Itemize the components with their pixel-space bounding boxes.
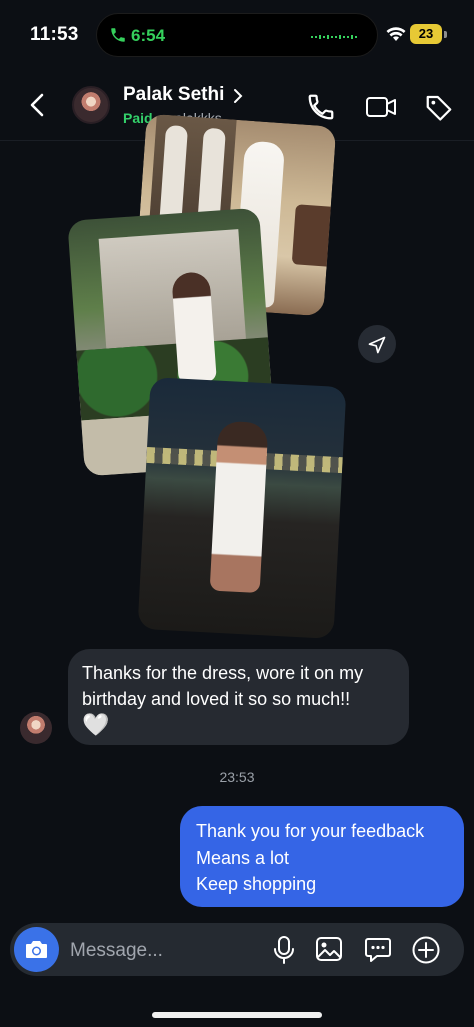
battery-level: 23 — [410, 24, 442, 44]
call-duration: 6:54 — [131, 26, 166, 45]
shared-photo-3[interactable] — [137, 377, 347, 639]
incoming-message[interactable]: Thanks for the dress, wore it on my birt… — [68, 649, 409, 745]
battery-tip — [444, 31, 447, 38]
white-heart-emoji: 🤍 — [82, 712, 110, 737]
tag-icon[interactable] — [424, 92, 454, 122]
outgoing-line-3: Keep shopping — [196, 874, 317, 894]
microphone-icon[interactable] — [272, 935, 296, 965]
chevron-right-icon[interactable] — [233, 88, 243, 104]
phone-icon[interactable] — [306, 92, 336, 122]
message-input[interactable] — [68, 927, 268, 974]
phone-call-icon — [111, 28, 125, 42]
video-call-icon[interactable] — [365, 92, 397, 122]
camera-icon — [26, 941, 47, 958]
sender-avatar[interactable] — [20, 712, 52, 744]
back-chevron-icon[interactable] — [26, 92, 50, 118]
photo-subject — [209, 420, 269, 594]
contact-avatar[interactable] — [72, 86, 110, 124]
camera-button[interactable] — [14, 927, 59, 972]
gallery-icon[interactable] — [315, 935, 343, 963]
share-button[interactable] — [358, 325, 396, 363]
contact-name[interactable]: Palak Sethi — [123, 84, 224, 106]
incoming-message-text: Thanks for the dress, wore it on my birt… — [82, 663, 364, 709]
dynamic-island-call[interactable]: 6:54 — [96, 13, 378, 57]
sticker-chat-icon[interactable] — [364, 935, 392, 963]
status-time: 11:53 — [30, 24, 79, 45]
message-composer — [10, 923, 464, 976]
add-plus-icon[interactable] — [411, 935, 441, 965]
message-timestamp: 23:53 — [219, 769, 255, 785]
send-arrow-icon — [368, 336, 386, 354]
status-bar: 11:53 6:54 23 — [0, 0, 474, 70]
photo-subject — [171, 271, 217, 384]
outgoing-line-2: Means a lot — [196, 847, 290, 868]
home-indicator[interactable] — [152, 1012, 322, 1018]
outgoing-message[interactable]: Thank you for your feedback Means a lot … — [180, 806, 464, 907]
photo-chair — [291, 204, 336, 267]
outgoing-line-1: Thank you for your feedback — [196, 821, 425, 841]
audio-wave-icon — [311, 35, 357, 39]
wifi-icon — [386, 27, 406, 41]
